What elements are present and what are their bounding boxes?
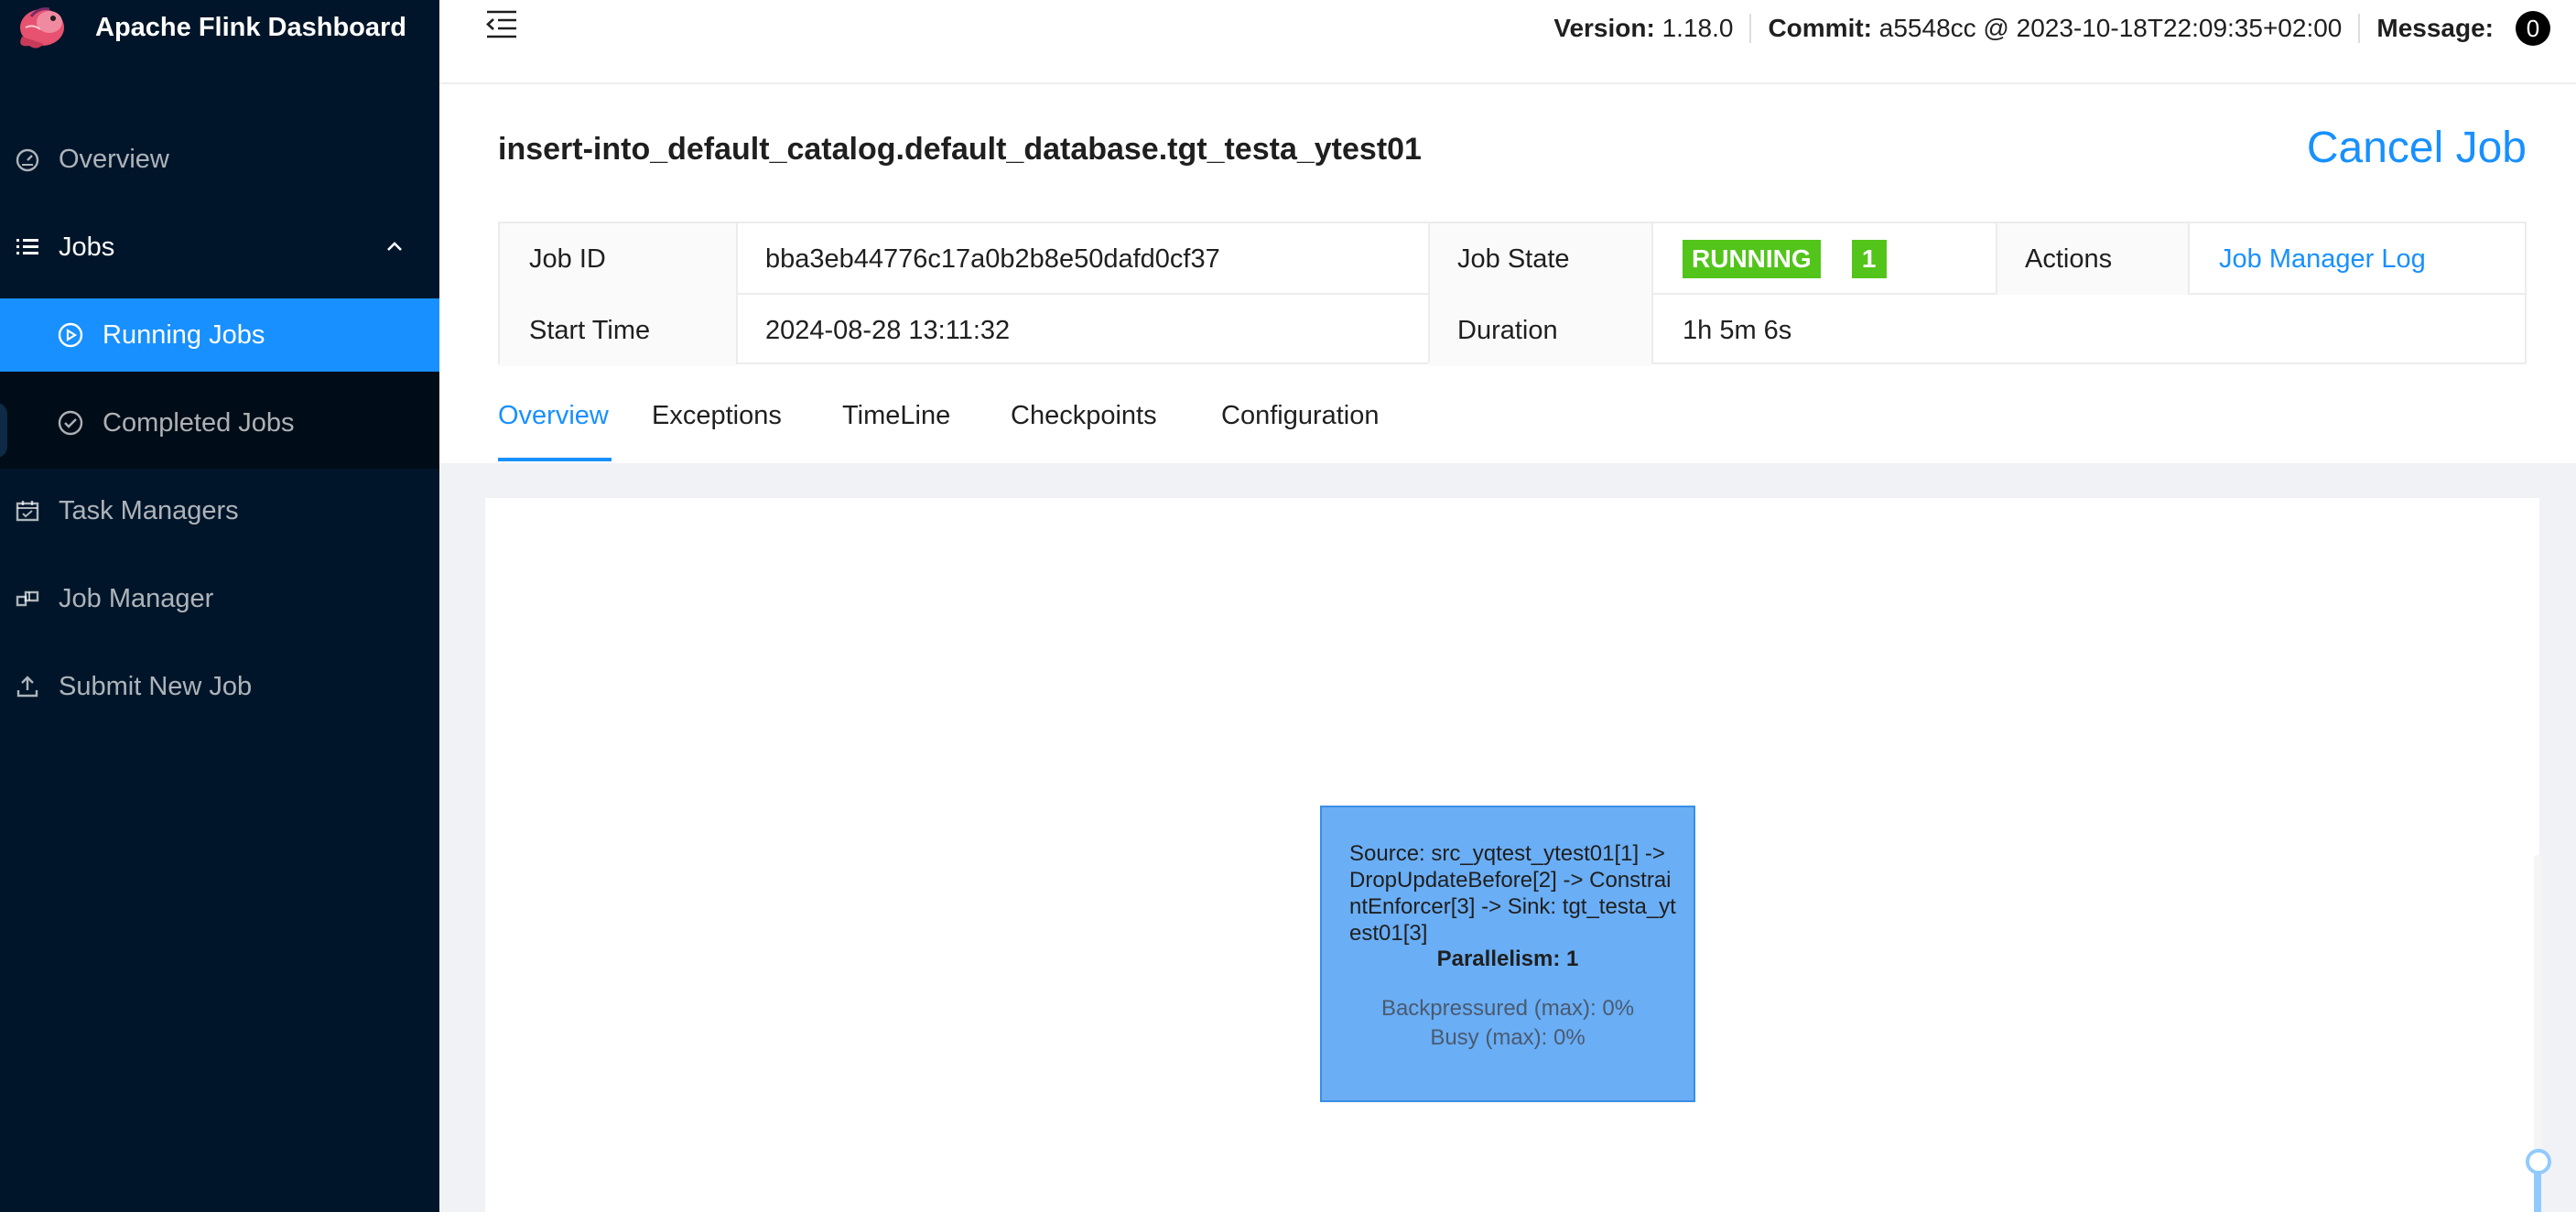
- status-badge: RUNNING: [1683, 240, 1821, 278]
- job-manager-log-link[interactable]: Job Manager Log: [2219, 244, 2426, 275]
- version-label: Version:: [1553, 14, 1655, 42]
- node-busy: Busy (max): 0%: [1430, 1025, 1586, 1050]
- job-title: insert-into_default_catalog.default_data…: [498, 132, 1422, 167]
- build-icon: [15, 586, 40, 611]
- job-vertex-node[interactable]: Source: src_yqtest_ytest01[1] -> DropUpd…: [1320, 806, 1695, 1102]
- divider: [2358, 14, 2361, 43]
- commit-value: a5548cc @ 2023-10-18T22:09:35+02:00: [1878, 14, 2343, 42]
- sidebar-edge-handle: [0, 403, 7, 458]
- sidebar-item-label: Running Jobs: [103, 319, 265, 350]
- play-circle-icon: [57, 321, 84, 349]
- divider: [1428, 223, 1430, 363]
- divider: [736, 223, 738, 363]
- job-state-cell: RUNNING 1: [1651, 223, 1996, 295]
- list-icon: [15, 234, 40, 260]
- table-row: Start Time 2024-08-28 13:11:32 Duration …: [500, 295, 2525, 366]
- job-tabs: Overview Exceptions TimeLine Checkpoints…: [498, 395, 2527, 463]
- sidebar-item-completed-jobs[interactable]: Completed Jobs: [0, 386, 439, 460]
- divider: [1749, 14, 1752, 43]
- divider: [2188, 223, 2190, 295]
- zoom-slider-handle[interactable]: [2526, 1149, 2551, 1174]
- tab-exceptions[interactable]: Exceptions: [652, 395, 782, 463]
- flink-logo: [20, 7, 64, 49]
- header-info: Version: 1.18.0 Commit: a5548cc @ 2023-1…: [1553, 11, 2550, 46]
- actions-cell: Job Manager Log: [2188, 223, 2527, 295]
- actions-label: Actions: [1996, 223, 2188, 295]
- active-tab-indicator: [498, 458, 612, 461]
- message-label: Message:: [2376, 14, 2494, 42]
- sidebar-item-task-managers[interactable]: Task Managers: [0, 474, 439, 547]
- duration-value: 1h 5m 6s: [1683, 315, 1792, 345]
- tab-checkpoints[interactable]: Checkpoints: [1011, 395, 1157, 463]
- sidebar-item-submit-new-job[interactable]: Submit New Job: [0, 650, 439, 723]
- app-title: Apache Flink Dashboard: [95, 13, 407, 42]
- tab-configuration[interactable]: Configuration: [1221, 395, 1380, 463]
- sidebar-item-overview[interactable]: Overview: [0, 123, 439, 196]
- job-id-value: bba3eb44776c17a0b2b8e50dafd0cf37: [765, 243, 1220, 274]
- brand[interactable]: Apache Flink Dashboard: [0, 0, 439, 60]
- check-circle-icon: [57, 409, 84, 437]
- sidebar-item-label: Task Managers: [59, 495, 239, 525]
- node-parallelism: Parallelism: 1: [1436, 947, 1579, 971]
- divider: [1651, 223, 1653, 363]
- chevron-up-icon[interactable]: [384, 236, 405, 256]
- sidebar-item-label: Overview: [59, 144, 169, 174]
- job-header: insert-into_default_catalog.default_data…: [439, 84, 2576, 463]
- start-time-value: 2024-08-28 13:11:32: [765, 315, 1011, 345]
- sidebar-item-label: Jobs: [59, 232, 115, 262]
- tab-overview[interactable]: Overview: [498, 395, 609, 463]
- job-state-label: Job State: [1428, 223, 1651, 295]
- node-backpressured: Backpressured (max): 0%: [1380, 996, 1635, 1021]
- sidebar-item-job-manager[interactable]: Job Manager: [0, 562, 439, 635]
- commit-label: Commit:: [1768, 14, 1872, 42]
- main-content: insert-into_default_catalog.default_data…: [439, 84, 2576, 1212]
- job-graph-canvas[interactable]: Source: src_yqtest_ytest01[1] -> DropUpd…: [485, 498, 2551, 1212]
- sidebar-item-running-jobs[interactable]: Running Jobs: [0, 298, 439, 372]
- duration-label: Duration: [1428, 295, 1651, 366]
- sidebar-item-jobs[interactable]: Jobs: [0, 211, 439, 284]
- jobs-submenu: Running Jobs Completed Jobs: [0, 298, 439, 469]
- dashboard-icon: [15, 146, 40, 172]
- sidebar-item-label: Job Manager: [59, 583, 214, 613]
- task-count-badge: 1: [1851, 240, 1887, 278]
- job-id-label: Job ID: [500, 223, 736, 295]
- start-time-label: Start Time: [500, 295, 736, 366]
- sidebar: Apache Flink Dashboard Overview Jobs Run…: [0, 0, 439, 1212]
- top-header: Version: 1.18.0 Commit: a5548cc @ 2023-1…: [439, 0, 2576, 84]
- node-description: Source: src_yqtest_ytest01[1] -> DropUpd…: [1349, 841, 1676, 946]
- message-count-badge[interactable]: 0: [2516, 11, 2550, 46]
- table-row: Job ID bba3eb44776c17a0b2b8e50dafd0cf37 …: [500, 223, 2525, 295]
- job-info-table: Job ID bba3eb44776c17a0b2b8e50dafd0cf37 …: [498, 222, 2527, 366]
- divider: [1996, 223, 1997, 295]
- tab-timeline[interactable]: TimeLine: [842, 395, 950, 463]
- cancel-job-button[interactable]: Cancel Job: [2307, 123, 2527, 173]
- upload-icon: [15, 674, 40, 699]
- sidebar-item-label: Completed Jobs: [103, 407, 295, 438]
- calendar-icon: [15, 498, 40, 524]
- sidebar-item-label: Submit New Job: [59, 671, 253, 701]
- menu-fold-icon[interactable]: [485, 9, 518, 40]
- version-value: 1.18.0: [1661, 14, 1734, 42]
